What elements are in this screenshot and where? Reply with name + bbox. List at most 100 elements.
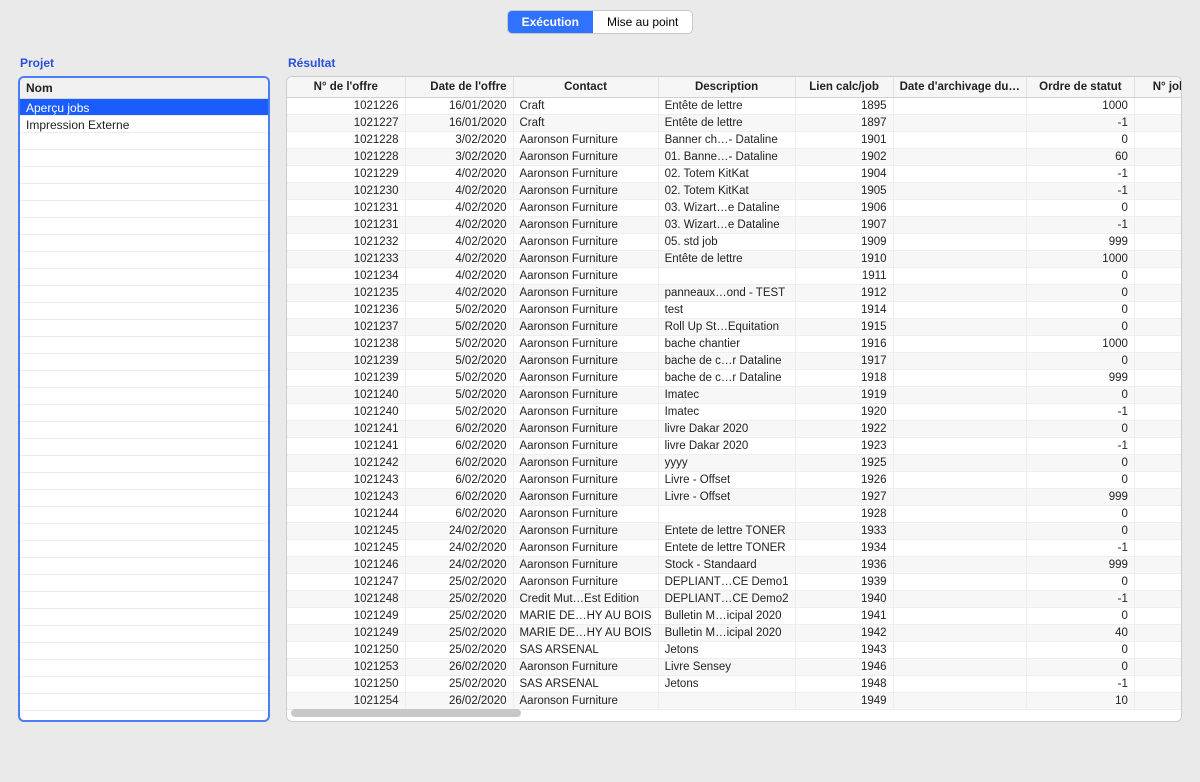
table-row[interactable]: 10212344/02/2020Aaronson Furniture19110 bbox=[287, 268, 1181, 285]
table-row[interactable]: 102122616/01/2020CraftEntête de lettre18… bbox=[287, 98, 1181, 115]
table-row[interactable]: 10212436/02/2020Aaronson FurnitureLivre … bbox=[287, 489, 1181, 506]
cell-desc: Entete de lettre TONER bbox=[658, 523, 795, 540]
cell-offre: 1021228 bbox=[287, 132, 405, 149]
project-item[interactable]: Impression Externe bbox=[20, 116, 268, 133]
cell-arch bbox=[893, 217, 1026, 234]
cell-date: 5/02/2020 bbox=[405, 387, 513, 404]
cell-arch bbox=[893, 387, 1026, 404]
project-list-header[interactable]: Nom bbox=[20, 78, 268, 99]
cell-contact: Aaronson Furniture bbox=[513, 523, 658, 540]
cell-statut: 10 bbox=[1026, 693, 1134, 710]
cell-desc: bache de c…r Dataline bbox=[658, 370, 795, 387]
table-row[interactable]: 102122716/01/2020CraftEntête de lettre18… bbox=[287, 115, 1181, 132]
project-item-empty bbox=[20, 184, 268, 201]
table-row[interactable]: 10212426/02/2020Aaronson Furnitureyyyy19… bbox=[287, 455, 1181, 472]
cell-offre: 1021238 bbox=[287, 336, 405, 353]
results-scroll[interactable]: N° de l'offre Date de l'offre Contact De… bbox=[287, 77, 1181, 721]
col-contact[interactable]: Contact bbox=[513, 77, 658, 98]
table-row[interactable]: 10212314/02/2020Aaronson Furniture03. Wi… bbox=[287, 217, 1181, 234]
cell-contact: Aaronson Furniture bbox=[513, 336, 658, 353]
col-statut[interactable]: Ordre de statut bbox=[1026, 77, 1134, 98]
table-row[interactable]: 102124825/02/2020Credit Mut…Est EditionD… bbox=[287, 591, 1181, 608]
table-row[interactable]: 10212354/02/2020Aaronson Furniturepannea… bbox=[287, 285, 1181, 302]
cell-statut: 0 bbox=[1026, 132, 1134, 149]
cell-job bbox=[1134, 625, 1181, 642]
table-row[interactable]: 102124624/02/2020Aaronson FurnitureStock… bbox=[287, 557, 1181, 574]
cell-date: 4/02/2020 bbox=[405, 285, 513, 302]
table-row[interactable]: 10212375/02/2020Aaronson FurnitureRoll U… bbox=[287, 319, 1181, 336]
horizontal-scrollbar[interactable] bbox=[291, 709, 1177, 719]
cell-statut: 0 bbox=[1026, 506, 1134, 523]
tab-debug[interactable]: Mise au point bbox=[593, 11, 692, 33]
cell-offre: 1021240 bbox=[287, 387, 405, 404]
scrollbar-thumb[interactable] bbox=[291, 709, 521, 717]
table-row[interactable]: 10212436/02/2020Aaronson FurnitureLivre … bbox=[287, 472, 1181, 489]
tab-execution[interactable]: Exécution bbox=[508, 11, 593, 33]
col-job[interactable]: N° job bbox=[1134, 77, 1181, 98]
cell-offre: 1021249 bbox=[287, 625, 405, 642]
table-row[interactable]: 10212385/02/2020Aaronson Furniturebache … bbox=[287, 336, 1181, 353]
cell-lien: 1920 bbox=[795, 404, 893, 421]
cell-contact: SAS ARSENAL bbox=[513, 642, 658, 659]
col-arch[interactable]: Date d'archivage du… bbox=[893, 77, 1026, 98]
cell-lien: 1943 bbox=[795, 642, 893, 659]
cell-statut: 1000 bbox=[1026, 336, 1134, 353]
cell-contact: SAS ARSENAL bbox=[513, 676, 658, 693]
table-row[interactable]: 102125326/02/2020Aaronson FurnitureLivre… bbox=[287, 659, 1181, 676]
cell-contact: Aaronson Furniture bbox=[513, 268, 658, 285]
table-row[interactable]: 10212334/02/2020Aaronson FurnitureEntête… bbox=[287, 251, 1181, 268]
col-lien[interactable]: Lien calc/job bbox=[795, 77, 893, 98]
table-row[interactable]: 102124925/02/2020MARIE DE…HY AU BOISBull… bbox=[287, 625, 1181, 642]
table-row[interactable]: 10212314/02/2020Aaronson Furniture03. Wi… bbox=[287, 200, 1181, 217]
table-row[interactable]: 10212416/02/2020Aaronson Furniturelivre … bbox=[287, 438, 1181, 455]
cell-lien: 1915 bbox=[795, 319, 893, 336]
col-offre[interactable]: N° de l'offre bbox=[287, 77, 405, 98]
table-row[interactable]: 10212405/02/2020Aaronson FurnitureImatec… bbox=[287, 387, 1181, 404]
cell-lien: 1933 bbox=[795, 523, 893, 540]
cell-offre: 1021235 bbox=[287, 285, 405, 302]
cell-desc: Livre - Offset bbox=[658, 472, 795, 489]
cell-statut: 999 bbox=[1026, 557, 1134, 574]
table-row[interactable]: 102125426/02/2020Aaronson Furniture19491… bbox=[287, 693, 1181, 710]
cell-lien: 1918 bbox=[795, 370, 893, 387]
cell-job bbox=[1134, 506, 1181, 523]
table-row[interactable]: 102124524/02/2020Aaronson FurnitureEntet… bbox=[287, 523, 1181, 540]
cell-date: 3/02/2020 bbox=[405, 149, 513, 166]
project-item-empty bbox=[20, 473, 268, 490]
col-date[interactable]: Date de l'offre bbox=[405, 77, 513, 98]
table-row[interactable]: 10212294/02/2020Aaronson Furniture02. To… bbox=[287, 166, 1181, 183]
table-row[interactable]: 102124725/02/2020Aaronson FurnitureDEPLI… bbox=[287, 574, 1181, 591]
cell-lien: 1923 bbox=[795, 438, 893, 455]
table-row[interactable]: 10212395/02/2020Aaronson Furniturebache … bbox=[287, 353, 1181, 370]
project-listbox[interactable]: Nom Aperçu jobsImpression Externe bbox=[18, 76, 270, 722]
project-item[interactable]: Aperçu jobs bbox=[20, 99, 268, 116]
table-row[interactable]: 10212324/02/2020Aaronson Furniture05. st… bbox=[287, 234, 1181, 251]
table-row[interactable]: 102125025/02/2020SAS ARSENALJetons19430 bbox=[287, 642, 1181, 659]
cell-contact: Aaronson Furniture bbox=[513, 438, 658, 455]
cell-desc: livre Dakar 2020 bbox=[658, 421, 795, 438]
cell-contact: Aaronson Furniture bbox=[513, 574, 658, 591]
project-item-empty bbox=[20, 388, 268, 405]
cell-lien: 1912 bbox=[795, 285, 893, 302]
col-desc[interactable]: Description bbox=[658, 77, 795, 98]
table-row[interactable]: 10212405/02/2020Aaronson FurnitureImatec… bbox=[287, 404, 1181, 421]
project-item-empty bbox=[20, 507, 268, 524]
cell-job bbox=[1134, 608, 1181, 625]
table-row[interactable]: 10212395/02/2020Aaronson Furniturebache … bbox=[287, 370, 1181, 387]
cell-statut: 40 bbox=[1026, 625, 1134, 642]
table-row[interactable]: 10212304/02/2020Aaronson Furniture02. To… bbox=[287, 183, 1181, 200]
table-row[interactable]: 102124524/02/2020Aaronson FurnitureEntet… bbox=[287, 540, 1181, 557]
cell-offre: 1021242 bbox=[287, 455, 405, 472]
table-row[interactable]: 10212365/02/2020Aaronson Furnituretest19… bbox=[287, 302, 1181, 319]
table-row[interactable]: 10212283/02/2020Aaronson Furniture01. Ba… bbox=[287, 149, 1181, 166]
cell-lien: 1934 bbox=[795, 540, 893, 557]
cell-desc: Bulletin M…icipal 2020 bbox=[658, 625, 795, 642]
table-row[interactable]: 102124925/02/2020MARIE DE…HY AU BOISBull… bbox=[287, 608, 1181, 625]
table-row[interactable]: 102125025/02/2020SAS ARSENALJetons1948-1 bbox=[287, 676, 1181, 693]
cell-lien: 1905 bbox=[795, 183, 893, 200]
cell-offre: 1021246 bbox=[287, 557, 405, 574]
table-row[interactable]: 10212283/02/2020Aaronson FurnitureBanner… bbox=[287, 132, 1181, 149]
table-row[interactable]: 10212446/02/2020Aaronson Furniture19280 bbox=[287, 506, 1181, 523]
table-row[interactable]: 10212416/02/2020Aaronson Furniturelivre … bbox=[287, 421, 1181, 438]
cell-arch bbox=[893, 251, 1026, 268]
